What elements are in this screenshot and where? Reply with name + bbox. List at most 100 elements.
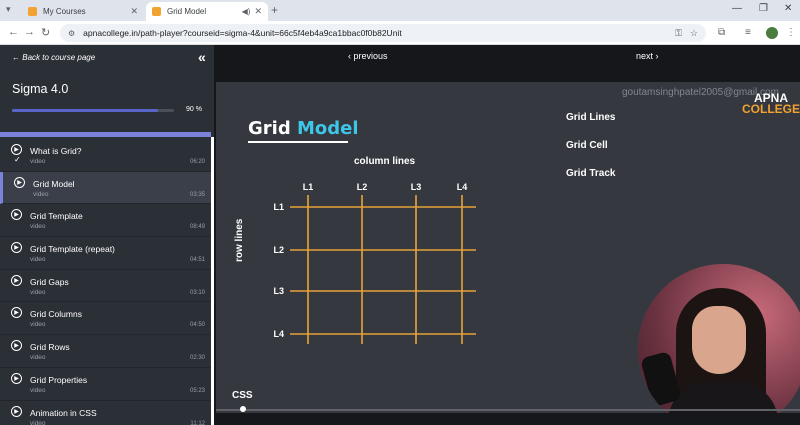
lesson-item[interactable]: ▶ Grid Model video 03:35 — [0, 171, 211, 205]
extensions-icon[interactable]: ⧉ — [718, 27, 725, 38]
lesson-title: Grid Columns — [30, 309, 82, 320]
row-line-label: L1 — [273, 202, 284, 212]
lesson-item[interactable]: ▶ ✓ What is Grid? video 06:20 — [0, 139, 211, 172]
lesson-duration: 05:23 — [189, 387, 205, 394]
row-line-label: L2 — [273, 245, 284, 255]
back-arrow-icon[interactable]: ← — [8, 26, 19, 38]
lesson-duration: 08:49 — [189, 224, 205, 231]
presenter-face — [692, 306, 746, 374]
lesson-item[interactable]: ▶ Grid Rows video 02:30 — [0, 335, 211, 368]
address-bar[interactable]: ⚙ apnacollege.in/path-player?courseid=si… — [60, 24, 706, 42]
tab-search-icon[interactable]: ▾ — [6, 4, 18, 16]
lesson-type: video — [30, 158, 46, 165]
tab-title: Grid Model — [167, 7, 207, 16]
play-circle-icon: ▶ — [11, 405, 22, 417]
course-sidebar: ← Back to course page « Sigma 4.0 90 % ▶… — [0, 45, 214, 425]
sidebar-accent-bar — [0, 132, 211, 137]
lesson-item[interactable]: ▶ Animation in CSS video 11:12 — [0, 401, 211, 425]
lesson-duration: 04:51 — [189, 257, 205, 264]
bookmark-star-icon[interactable]: ☆ — [690, 28, 698, 39]
play-circle-icon: ▶ — [11, 242, 22, 254]
forward-arrow-icon[interactable]: → — [24, 26, 35, 38]
lesson-duration: 04:50 — [189, 322, 205, 329]
play-circle-icon: ▶ — [11, 340, 22, 352]
more-menu-icon[interactable]: ⋮ — [786, 27, 796, 38]
seek-handle[interactable] — [240, 406, 246, 412]
topic-label: CSS — [232, 390, 253, 401]
back-link-label: Back to course page — [22, 53, 96, 62]
collapse-sidebar-icon[interactable]: « — [198, 49, 206, 65]
video-player[interactable]: goutamsinghpatel2005@gmail.com APNA COLL… — [216, 82, 800, 413]
close-window-icon[interactable]: ✕ — [784, 3, 792, 14]
lesson-duration: 03:10 — [189, 289, 205, 296]
progress-bar-fill — [12, 109, 158, 112]
progress-percent: 90 % — [186, 106, 202, 113]
column-line-label: L1 — [303, 182, 314, 192]
site-info-icon[interactable]: ⚙ — [68, 29, 75, 38]
password-key-icon[interactable]: ⚿ — [675, 28, 682, 39]
tab-my-courses[interactable]: My Courses ✕ — [22, 2, 144, 21]
close-tab-icon[interactable]: ✕ — [254, 6, 262, 17]
lesson-title: Grid Properties — [30, 374, 88, 385]
browser-toolbar: ← → ↻ ⚙ apnacollege.in/path-player?cours… — [0, 21, 800, 45]
favicon-icon — [28, 7, 37, 16]
lesson-duration: 02:30 — [189, 355, 205, 362]
reload-icon[interactable]: ↻ — [41, 26, 50, 39]
new-tab-button[interactable]: + — [271, 3, 278, 17]
previous-button[interactable]: ‹ previous — [348, 51, 388, 61]
player-area: ‹ previous next › goutamsinghpatel2005@g… — [214, 45, 800, 425]
tab-title: My Courses — [43, 7, 86, 16]
progress-bar — [12, 109, 174, 112]
lesson-type: video — [30, 288, 46, 296]
column-line-label: L4 — [457, 182, 468, 192]
play-circle-icon: ▶ — [11, 274, 22, 286]
play-circle-icon: ▶ — [14, 176, 25, 188]
profile-avatar[interactable] — [766, 27, 778, 39]
row-line-label: L3 — [273, 286, 284, 296]
lesson-title: Grid Rows — [30, 342, 70, 353]
favicon-icon — [152, 7, 161, 16]
lesson-type: video — [33, 190, 49, 198]
row-line-label: L4 — [273, 329, 284, 339]
lesson-title: Grid Template — [30, 211, 83, 222]
lesson-list: ▶ ✓ What is Grid? video 06:20 ▶ Grid Model vide… — [0, 139, 211, 425]
lesson-type: video — [30, 419, 46, 425]
next-button[interactable]: next › — [636, 51, 659, 61]
course-title: Sigma 4.0 — [12, 82, 69, 96]
lesson-duration: 06:20 — [189, 159, 205, 165]
lesson-type: video — [30, 256, 46, 264]
speaker-icon[interactable]: ◀) — [242, 7, 251, 16]
lesson-title: Grid Template (repeat) — [30, 244, 115, 255]
presenter-webcam — [638, 264, 800, 413]
browser-tab-bar: ▾ My Courses ✕ Grid Model ◀) ✕ + — ❐ ✕ — [0, 0, 800, 21]
back-to-course-link[interactable]: ← Back to course page — [12, 53, 95, 62]
lesson-title: Grid Model — [33, 178, 75, 189]
play-circle-icon: ▶ — [11, 372, 22, 384]
lesson-item[interactable]: ▶ Grid Gaps video 03:10 — [0, 270, 211, 303]
lesson-type: video — [30, 321, 46, 329]
play-circle-icon: ▶ — [11, 307, 22, 319]
lesson-type: video — [30, 354, 46, 362]
restore-icon[interactable]: ❐ — [759, 3, 768, 14]
lesson-type: video — [30, 223, 46, 231]
lesson-type: video — [30, 386, 46, 394]
column-line-label: L2 — [357, 182, 368, 192]
minimize-icon[interactable]: — — [732, 3, 742, 14]
lesson-item[interactable]: ▶ Grid Columns video 04:50 — [0, 302, 211, 336]
lesson-title: Grid Gaps — [30, 276, 69, 287]
lesson-title: Animation in CSS — [30, 407, 97, 418]
checkmark-icon: ✓ — [14, 155, 21, 164]
close-tab-icon[interactable]: ✕ — [130, 6, 138, 17]
lesson-item[interactable]: ▶ Grid Template video 08:49 — [0, 204, 211, 238]
column-line-label: L3 — [411, 182, 422, 192]
lesson-title: What is Grid? — [30, 146, 82, 156]
play-circle-icon: ▶ — [11, 144, 22, 155]
lesson-duration: 03:35 — [189, 191, 205, 198]
sidebar-header: ← Back to course page « Sigma 4.0 90 % — [0, 45, 214, 133]
tab-grid-model[interactable]: Grid Model ◀) ✕ — [146, 2, 268, 21]
lesson-item[interactable]: ▶ Grid Template (repeat) video 04:51 — [0, 237, 211, 270]
media-controls-icon[interactable]: ≡ — [745, 27, 751, 38]
play-circle-icon: ▶ — [11, 209, 22, 221]
seek-bar[interactable] — [216, 409, 800, 411]
lesson-item[interactable]: ▶ Grid Properties video 05:23 — [0, 368, 211, 401]
